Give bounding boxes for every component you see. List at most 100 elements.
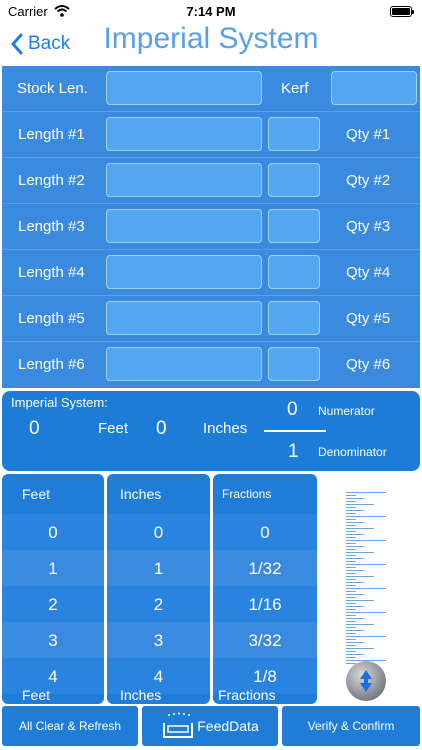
ruler-tick: [346, 543, 356, 544]
ruler-tick: [346, 498, 364, 499]
inches-picker-wheel[interactable]: 0 1 2 3 4: [107, 514, 210, 694]
ruler-tick: [346, 555, 356, 556]
qty-1-input[interactable]: [268, 117, 320, 151]
ruler-tick: [346, 513, 356, 514]
ruler-tick: [346, 546, 364, 547]
length-4-label: Length #4: [18, 264, 85, 281]
feed-data-button[interactable]: FeedData: [142, 706, 278, 746]
feet-unit-label: Feet: [98, 420, 129, 437]
qty-3-input[interactable]: [268, 209, 320, 243]
all-clear-refresh-label: All Clear & Refresh: [18, 719, 122, 733]
ruler-tick: [346, 588, 386, 589]
denominator-label: Denominator: [318, 445, 387, 459]
ruler-tick: [346, 609, 356, 610]
verify-confirm-button[interactable]: Verify & Confirm: [282, 706, 420, 746]
fractions-picker-footer: Fractions: [218, 687, 276, 703]
length-4-input[interactable]: [106, 255, 262, 289]
ruler-tick: [346, 516, 386, 517]
inches-value: 0: [156, 418, 167, 439]
ruler-scale[interactable]: [346, 492, 388, 667]
ruler-tick: [346, 522, 364, 523]
feet-option[interactable]: 4: [2, 667, 104, 687]
ruler-tick: [346, 657, 356, 658]
qty-4-input[interactable]: [268, 255, 320, 289]
ruler-tick: [346, 534, 364, 535]
ruler-tick: [346, 573, 356, 574]
ruler-tick: [346, 654, 364, 655]
fraction-option[interactable]: 1/16: [213, 595, 317, 615]
feet-picker[interactable]: Feet 0 1 2 3 4 Feet: [2, 474, 104, 704]
ruler-tick: [346, 552, 374, 553]
qty-5-input[interactable]: [268, 301, 320, 335]
feet-picker-header: Feet: [22, 486, 51, 502]
kerf-label: Kerf: [281, 80, 309, 97]
feet-picker-wheel[interactable]: 0 1 2 3 4: [2, 514, 104, 694]
length-6-input[interactable]: [106, 347, 262, 381]
qty-6-input[interactable]: [268, 347, 320, 381]
ruler-tick: [346, 597, 356, 598]
ruler-tick: [346, 579, 356, 580]
row-divider: [2, 341, 420, 342]
ruler-tick: [346, 630, 364, 631]
ruler-tick: [346, 636, 386, 637]
qty-2-label: Qty #2: [346, 172, 391, 189]
row-divider: [2, 157, 420, 158]
ruler-slider-handle[interactable]: [346, 661, 386, 701]
ruler-tick: [346, 570, 364, 571]
fractions-picker-header: Fractions: [222, 487, 272, 501]
feet-option[interactable]: 3: [2, 631, 104, 651]
ruler-tick: [346, 531, 356, 532]
fraction-option[interactable]: 1/32: [213, 559, 317, 579]
ruler-tick: [346, 624, 374, 625]
inches-option[interactable]: 2: [107, 595, 210, 615]
fraction-bar: [264, 430, 326, 432]
inches-option[interactable]: 4: [107, 667, 210, 687]
qty-2-input[interactable]: [268, 163, 320, 197]
ruler-tick: [346, 645, 356, 646]
ruler-tick: [346, 642, 364, 643]
ruler-tick: [346, 537, 356, 538]
all-clear-refresh-button[interactable]: All Clear & Refresh: [2, 706, 138, 746]
feet-picker-footer: Feet: [22, 687, 51, 703]
inches-option[interactable]: 3: [107, 631, 210, 651]
qty-6-label: Qty #6: [346, 356, 391, 373]
ruler-tick: [346, 507, 356, 508]
length-3-input[interactable]: [106, 209, 262, 243]
length-1-input[interactable]: [106, 117, 262, 151]
inches-option[interactable]: 1: [107, 559, 210, 579]
ruler-tick: [346, 567, 356, 568]
inches-picker-header: Inches: [120, 486, 162, 502]
ruler-tick: [346, 633, 356, 634]
inches-picker[interactable]: Inches 0 1 2 3 4 Inches: [107, 474, 210, 704]
fractions-picker-wheel[interactable]: 0 1/32 1/16 3/32 1/8: [213, 514, 317, 694]
status-time: 7:14 PM: [186, 4, 236, 19]
row-divider: [2, 295, 420, 296]
verify-confirm-label: Verify & Confirm: [307, 719, 395, 733]
kerf-input[interactable]: [331, 71, 417, 105]
qty-4-label: Qty #4: [346, 264, 391, 281]
feet-option[interactable]: 0: [2, 523, 104, 543]
inches-option[interactable]: 0: [107, 523, 210, 543]
length-2-label: Length #2: [18, 172, 85, 189]
numerator-label: Numerator: [318, 404, 375, 418]
fraction-option[interactable]: 1/8: [213, 667, 317, 687]
length-2-input[interactable]: [106, 163, 262, 197]
stock-length-input[interactable]: [106, 71, 262, 105]
ruler-tick: [346, 558, 364, 559]
ruler-tick: [346, 639, 356, 640]
feet-option[interactable]: 2: [2, 595, 104, 615]
fraction-option[interactable]: 0: [213, 523, 317, 543]
fraction-option[interactable]: 3/32: [213, 631, 317, 651]
length-5-input[interactable]: [106, 301, 262, 335]
fractions-picker[interactable]: Fractions 0 1/32 1/16 3/32 1/8 Fractions: [213, 474, 317, 704]
row-divider: [2, 249, 420, 250]
status-bar: Carrier 7:14 PM: [0, 0, 422, 22]
ruler-tick: [346, 600, 374, 601]
length-5-label: Length #5: [18, 310, 85, 327]
ruler-tick: [346, 585, 356, 586]
length-1-label: Length #1: [18, 126, 85, 143]
ruler-tick: [346, 591, 356, 592]
numerator-value: 0: [287, 399, 298, 420]
feet-option[interactable]: 1: [2, 559, 104, 579]
stock-length-label: Stock Len.: [17, 80, 88, 97]
